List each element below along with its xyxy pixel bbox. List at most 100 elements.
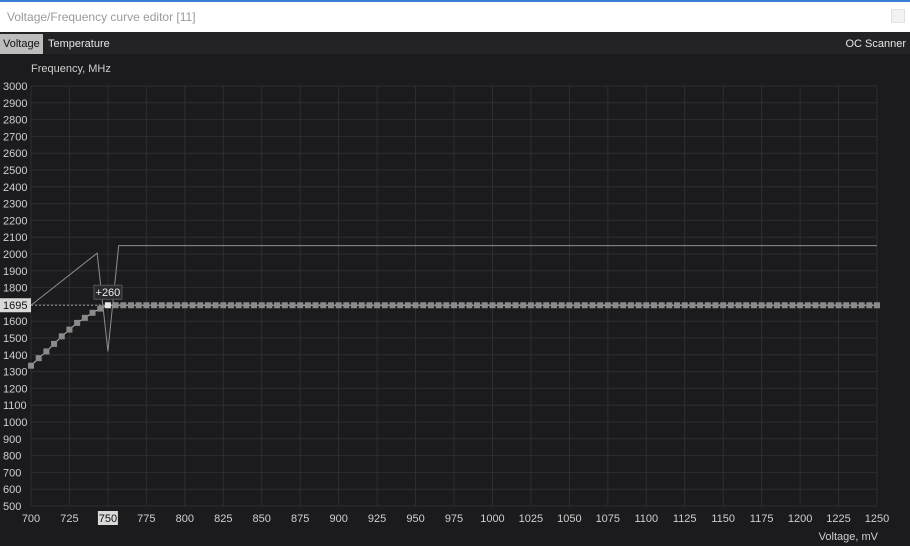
curve-point[interactable] <box>158 302 165 309</box>
curve-point[interactable] <box>520 302 527 309</box>
curve-point[interactable] <box>643 302 650 309</box>
curve-point[interactable] <box>189 302 196 309</box>
curve-point[interactable] <box>120 302 127 309</box>
curve-point[interactable] <box>597 302 604 309</box>
curve-point[interactable] <box>704 302 711 309</box>
curve-point[interactable] <box>381 302 388 309</box>
curve-point[interactable] <box>451 302 457 309</box>
curve-point[interactable] <box>43 348 50 355</box>
curve-point[interactable] <box>843 302 850 309</box>
curve-point[interactable] <box>427 302 434 309</box>
curve-point[interactable] <box>489 302 496 309</box>
curve-point[interactable] <box>135 302 142 309</box>
curve-point[interactable] <box>735 302 742 309</box>
curve-point[interactable] <box>874 302 880 309</box>
curve-point[interactable] <box>351 302 358 309</box>
curve-point[interactable] <box>797 302 804 309</box>
curve-point[interactable] <box>127 302 134 309</box>
curve-point[interactable] <box>97 305 104 312</box>
tab-voltage[interactable]: Voltage <box>0 34 43 54</box>
curve-point[interactable] <box>204 302 211 309</box>
curve-point[interactable] <box>512 302 519 309</box>
curve-point[interactable] <box>543 302 550 309</box>
curve-point[interactable] <box>166 302 173 309</box>
curve-point[interactable] <box>404 302 411 309</box>
curve-point[interactable] <box>820 302 827 309</box>
curve-point[interactable] <box>743 302 750 309</box>
curve-point[interactable] <box>627 302 634 309</box>
curve-point[interactable] <box>774 302 781 309</box>
curve-point[interactable] <box>850 302 857 309</box>
curve-point[interactable] <box>474 302 481 309</box>
curve-point[interactable] <box>589 302 596 309</box>
curve-point[interactable] <box>374 302 381 309</box>
curve-point[interactable] <box>174 302 181 309</box>
curve-point[interactable] <box>666 302 673 309</box>
curve-point[interactable] <box>720 302 727 309</box>
curve-point[interactable] <box>420 302 427 309</box>
curve-point[interactable] <box>243 302 250 309</box>
curve-point[interactable] <box>612 302 619 309</box>
curve-point[interactable] <box>389 302 396 309</box>
oc-scanner-button[interactable]: OC Scanner <box>845 34 906 54</box>
curve-point[interactable] <box>151 302 158 309</box>
curve-point[interactable] <box>758 302 765 309</box>
curve-point[interactable] <box>658 302 665 309</box>
close-button[interactable] <box>891 9 905 23</box>
curve-point[interactable] <box>527 302 534 309</box>
curve-point[interactable] <box>466 302 473 309</box>
selected-curve-point[interactable] <box>104 302 111 309</box>
curve-point[interactable] <box>689 302 696 309</box>
curve-point[interactable] <box>81 314 88 321</box>
curve-point[interactable] <box>858 302 865 309</box>
curve-point[interactable] <box>504 302 511 309</box>
curve-point[interactable] <box>497 302 504 309</box>
curve-point[interactable] <box>143 302 150 309</box>
curve-point[interactable] <box>181 302 188 309</box>
curve-point[interactable] <box>297 302 304 309</box>
curve-point[interactable] <box>681 302 688 309</box>
curve-point[interactable] <box>766 302 773 309</box>
curve-point[interactable] <box>366 302 373 309</box>
curve-point[interactable] <box>35 355 42 362</box>
curve-point[interactable] <box>251 302 258 309</box>
curve-point[interactable] <box>535 302 542 309</box>
curve-point[interactable] <box>789 302 796 309</box>
curve-point[interactable] <box>750 302 757 309</box>
curve-point[interactable] <box>481 302 488 309</box>
curve-point[interactable] <box>327 302 334 309</box>
curve-point[interactable] <box>258 302 265 309</box>
curve-point[interactable] <box>266 302 273 309</box>
curve-point[interactable] <box>28 362 34 369</box>
curve-point[interactable] <box>66 326 73 333</box>
curve-point[interactable] <box>781 302 788 309</box>
curve-point[interactable] <box>212 302 219 309</box>
curve-point[interactable] <box>89 309 96 316</box>
curve-point[interactable] <box>274 302 281 309</box>
curve-point[interactable] <box>197 302 204 309</box>
curve-point[interactable] <box>635 302 642 309</box>
curve-point[interactable] <box>574 302 581 309</box>
curve-point[interactable] <box>343 302 350 309</box>
curve-point[interactable] <box>650 302 657 309</box>
curve-point[interactable] <box>458 302 465 309</box>
curve-point[interactable] <box>335 302 342 309</box>
curve-point[interactable] <box>620 302 627 309</box>
tab-temperature[interactable]: Temperature <box>45 34 113 54</box>
curve-point[interactable] <box>235 302 242 309</box>
curve-point[interactable] <box>304 302 311 309</box>
curve-point[interactable] <box>74 319 81 326</box>
curve-point[interactable] <box>812 302 819 309</box>
curve-point[interactable] <box>443 302 450 309</box>
curve-point[interactable] <box>227 302 234 309</box>
curve-point[interactable] <box>558 302 565 309</box>
curve-point[interactable] <box>566 302 573 309</box>
curve-point[interactable] <box>112 302 119 309</box>
vf-curve-chart[interactable]: 500 600 700 800 900 1000 1100 1200 1300 1400 1500 1… <box>0 54 910 546</box>
curve-point[interactable] <box>581 302 588 309</box>
curve-point[interactable] <box>51 340 58 347</box>
curve-point[interactable] <box>674 302 681 309</box>
curve-point[interactable] <box>220 302 227 309</box>
curve-point[interactable] <box>58 333 65 340</box>
curve-point[interactable] <box>727 302 734 309</box>
